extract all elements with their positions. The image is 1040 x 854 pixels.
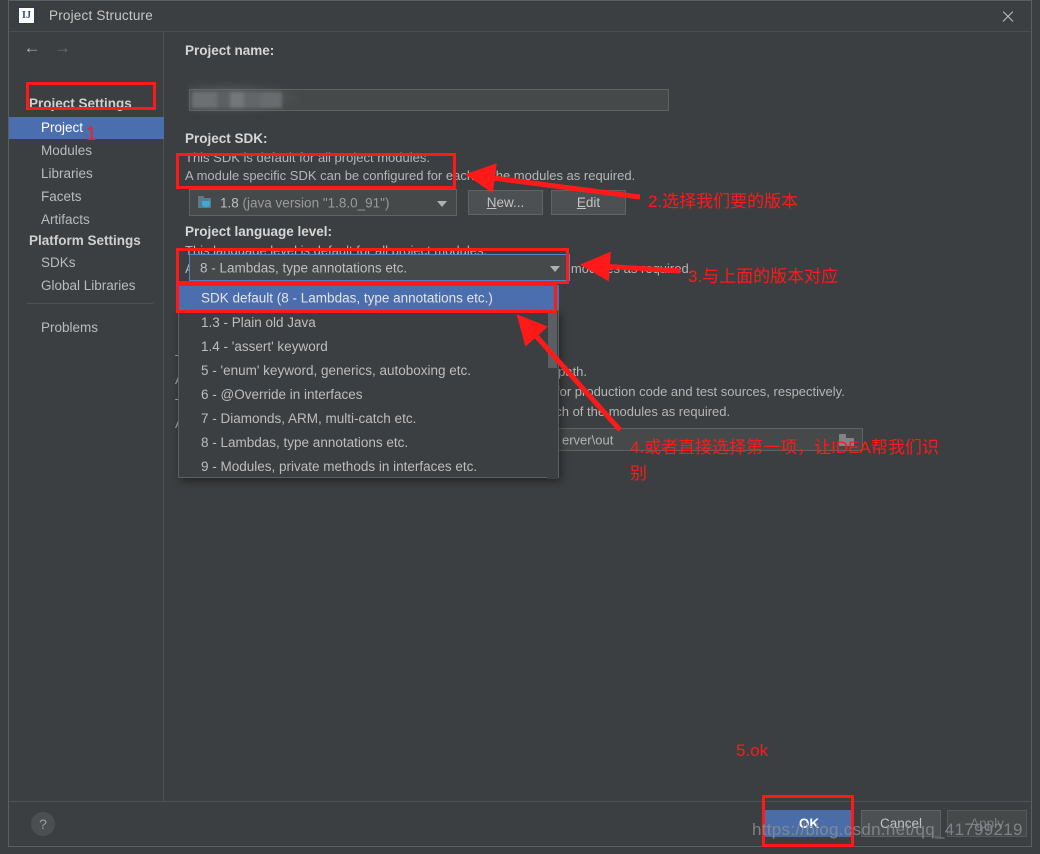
cancel-button[interactable]: Cancel [861, 810, 941, 837]
language-level-option[interactable]: 7 - Diamonds, ARM, multi-catch etc. [179, 407, 558, 431]
apply-button[interactable]: Apply [947, 810, 1027, 837]
sidebar-item-artifacts[interactable]: Artifacts [9, 209, 164, 231]
language-level-value: 8 - Lambdas, type annotations etc. [200, 260, 408, 275]
project-sdk-combo[interactable]: 1.8 (java version "1.8.0_91") [189, 189, 457, 216]
help-question-icon[interactable]: ? [31, 812, 55, 836]
project-name-label: Project name: [185, 43, 275, 58]
language-level-option[interactable]: 6 - @Override in interfaces [179, 383, 558, 407]
folder-browse-icon[interactable] [839, 433, 854, 446]
project-sdk-value-detail: (java version "1.8.0_91") [242, 195, 390, 210]
language-level-option[interactable]: 5 - 'enum' keyword, generics, autoboxing… [179, 359, 558, 383]
dropdown-scrollbar-thumb[interactable] [548, 312, 557, 368]
chevron-down-icon [437, 200, 447, 207]
language-level-option[interactable]: 8 - Lambdas, type annotations etc. [179, 431, 558, 455]
compiler-output-desc-fragment-2: for production code and test sources, re… [556, 384, 845, 399]
arrow-right-icon[interactable]: → [49, 38, 75, 58]
project-sdk-desc-1: This SDK is default for all project modu… [185, 150, 430, 165]
sidebar-item-facets[interactable]: Facets [9, 186, 164, 208]
project-name-redaction [192, 92, 282, 108]
chevron-down-icon [550, 265, 560, 272]
nav-buttons: ← → [19, 38, 75, 58]
java-sdk-folder-icon [198, 195, 213, 210]
sidebar-item-problems[interactable]: Problems [9, 317, 164, 339]
sidebar-item-libraries[interactable]: Libraries [9, 163, 164, 185]
sidebar-group-platform-settings: Platform Settings [29, 233, 141, 248]
language-level-option[interactable]: 1.3 - Plain old Java [179, 311, 558, 335]
settings-sidebar: ← → Project Settings Project Modules Lib… [9, 32, 164, 802]
language-level-dropdown-list: 1.3 - Plain old Java 1.4 - 'assert' keyw… [178, 310, 559, 479]
sidebar-item-sdks[interactable]: SDKs [9, 252, 164, 274]
language-level-option[interactable]: 1.4 - 'assert' keyword [179, 335, 558, 359]
sidebar-item-project[interactable]: Project [9, 117, 164, 139]
project-sdk-value: 1.8 [220, 195, 239, 210]
ok-button[interactable]: OK [765, 810, 853, 837]
dialog-footer: ? OK Cancel Apply [9, 801, 1031, 846]
intellij-idea-icon: IJ [18, 7, 35, 24]
project-sdk-desc-2: A module specific SDK can be configured … [185, 168, 636, 183]
title-bar: IJ Project Structure [9, 1, 1031, 32]
project-sdk-label: Project SDK: [185, 131, 268, 146]
compiler-output-desc-fragment-3: ach of the modules as required. [548, 404, 731, 419]
window-title: Project Structure [49, 8, 153, 23]
sidebar-item-global-libraries[interactable]: Global Libraries [9, 275, 164, 297]
project-name-input[interactable] [189, 81, 669, 115]
arrow-left-icon[interactable]: ← [19, 38, 45, 58]
compiler-output-path-input[interactable]: erver\out [553, 428, 863, 451]
language-level-combo[interactable]: 8 - Lambdas, type annotations etc. [189, 254, 570, 281]
close-icon[interactable] [999, 8, 1017, 26]
language-level-option-selected[interactable]: SDK default (8 - Lambdas, type annotatio… [178, 285, 559, 310]
language-level-option[interactable]: 9 - Modules, private methods in interfac… [179, 455, 558, 479]
dropdown-scrollbar[interactable] [547, 311, 558, 479]
sidebar-divider [27, 303, 153, 304]
new-sdk-button[interactable]: NNew...ew... [468, 190, 543, 215]
sidebar-item-modules[interactable]: Modules [9, 140, 164, 162]
compiler-output-path-value: erver\out [562, 432, 614, 447]
edit-sdk-button[interactable]: Edit [551, 190, 626, 215]
sidebar-group-project-settings: Project Settings [29, 96, 132, 111]
language-level-option-selected-label: SDK default (8 - Lambdas, type annotatio… [201, 290, 493, 305]
language-level-label: Project language level: [185, 224, 333, 239]
